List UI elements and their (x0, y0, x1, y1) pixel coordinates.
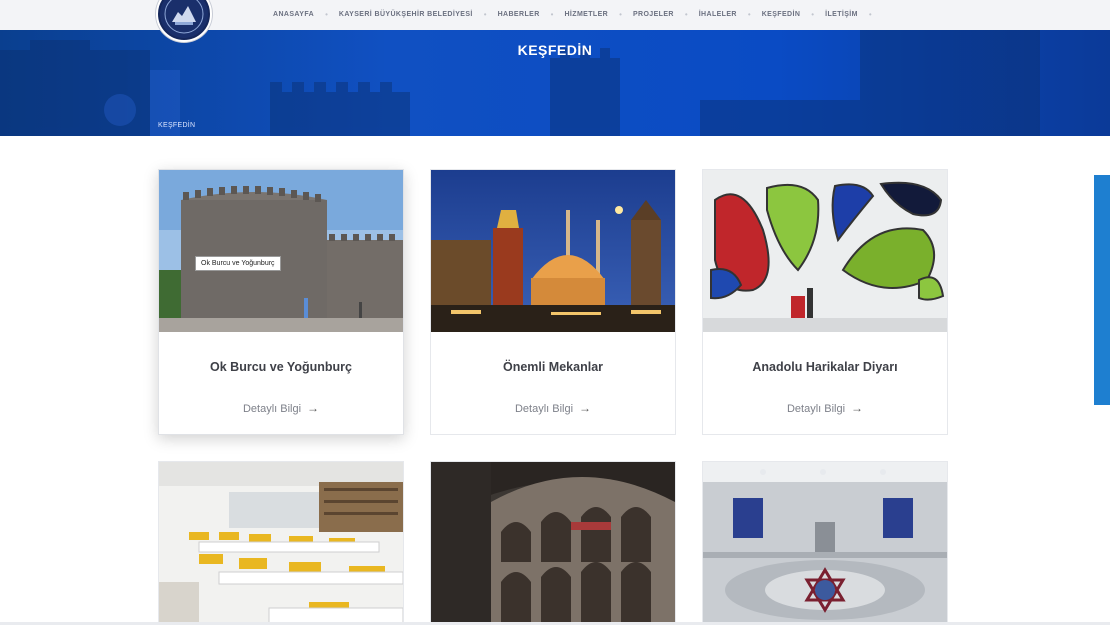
top-navigation: ANASAYFA • KAYSERİ BÜYÜKŞEHİR BELEDİYESİ… (0, 0, 1110, 42)
details-link[interactable]: Detaylı Bilgi → (431, 401, 675, 415)
card-image[interactable] (703, 462, 947, 624)
menu-item-services[interactable]: HİZMETLER (553, 11, 619, 18)
menu-item-tenders[interactable]: İHALELER (688, 11, 748, 18)
card-image[interactable] (703, 170, 947, 332)
arrow-right-icon[interactable]: → (579, 401, 591, 415)
details-link-label[interactable]: Detaylı Bilgi (515, 403, 573, 415)
details-link-label[interactable]: Detaylı Bilgi (787, 403, 845, 415)
discover-card[interactable]: Önemli Mekanlar Detaylı Bilgi → (430, 169, 676, 435)
main-menu: ANASAYFA • KAYSERİ BÜYÜKŞEHİR BELEDİYESİ… (262, 0, 872, 28)
page-title: KEŞFEDİN (517, 42, 593, 58)
side-panel-tab[interactable] (1094, 175, 1110, 405)
menu-item-news[interactable]: HABERLER (487, 11, 551, 18)
card-image[interactable] (159, 462, 403, 624)
details-link[interactable]: Detaylı Bilgi → (159, 401, 403, 415)
arrow-right-icon[interactable]: → (307, 401, 319, 415)
card-image[interactable] (431, 462, 675, 624)
discover-card[interactable]: Anadolu Harikalar Diyarı Detaylı Bilgi → (702, 169, 948, 435)
card-title[interactable]: Önemli Mekanlar (431, 360, 675, 374)
discover-card[interactable]: Ok Burcu ve Yoğunburç Ok Burcu ve Yoğunb… (158, 169, 404, 435)
image-tooltip: Ok Burcu ve Yoğunburç (195, 256, 281, 271)
card-image[interactable] (431, 170, 675, 332)
arrow-right-icon[interactable]: → (851, 401, 863, 415)
hero-banner: KEŞFEDİN KEŞFEDİN (0, 30, 1110, 136)
menu-item-projects[interactable]: PROJELER (622, 11, 685, 18)
card-title[interactable]: Ok Burcu ve Yoğunburç (159, 360, 403, 374)
menu-item-municipality[interactable]: KAYSERİ BÜYÜKŞEHİR BELEDİYESİ (328, 11, 484, 18)
menu-item-home[interactable]: ANASAYFA (262, 11, 325, 18)
card-image[interactable] (159, 170, 403, 332)
card-title[interactable]: Anadolu Harikalar Diyarı (703, 360, 947, 374)
menu-item-contact[interactable]: İLETİŞİM (814, 11, 869, 18)
discover-card[interactable] (702, 461, 948, 625)
discover-card[interactable] (158, 461, 404, 625)
menu-separator: • (868, 9, 872, 19)
details-link-label[interactable]: Detaylı Bilgi (243, 403, 301, 415)
breadcrumb[interactable]: KEŞFEDİN (158, 122, 195, 129)
discover-card[interactable] (430, 461, 676, 625)
menu-item-discover[interactable]: KEŞFEDİN (751, 11, 812, 18)
details-link[interactable]: Detaylı Bilgi → (703, 401, 947, 415)
